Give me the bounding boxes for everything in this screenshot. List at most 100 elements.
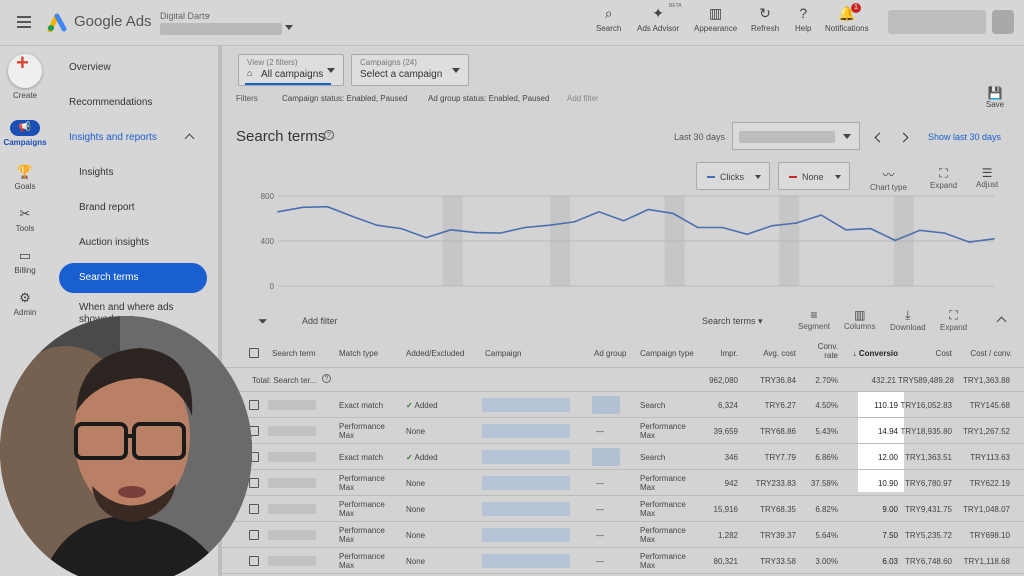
ad-group-link[interactable] <box>592 448 620 466</box>
campaign-link[interactable] <box>482 424 570 438</box>
col-cost-per-conv[interactable]: Cost / conv. <box>962 349 1012 358</box>
table-row[interactable]: Performance Max None — Performance Max 942… <box>222 470 1024 496</box>
col-added-excluded[interactable]: Added/Excluded <box>406 349 464 358</box>
col-conversions[interactable]: ↓ Conversio <box>850 349 898 358</box>
segment-icon: ≡ <box>810 308 818 322</box>
campaign-link[interactable] <box>482 476 570 490</box>
table-header: Search term Match type Added/Excluded Ca… <box>222 338 1024 368</box>
columns-button[interactable]: ▥ Columns <box>844 308 876 331</box>
nav-item-auction-insights[interactable]: Auction insights <box>79 237 149 248</box>
chevron-up-icon[interactable] <box>996 316 1007 327</box>
account-selector[interactable] <box>160 23 282 35</box>
rail-item-tools[interactable]: ✂ Tools <box>0 206 50 233</box>
search-term-value[interactable] <box>268 400 316 410</box>
filter-chip-campaign-status[interactable]: Campaign status: Enabled, Paused <box>282 94 407 103</box>
row-checkbox[interactable] <box>249 478 259 488</box>
download-button[interactable]: ⤓ Download <box>890 308 926 332</box>
chevron-left-icon[interactable] <box>874 132 885 143</box>
view-selector[interactable]: View (2 filters) All campaigns ⌂ <box>238 54 344 86</box>
presenter-image <box>0 316 252 576</box>
col-ad-group[interactable]: Ad group <box>594 349 626 358</box>
nav-item-when-where[interactable]: When and where ads <box>79 302 174 313</box>
row-checkbox[interactable] <box>249 556 259 566</box>
search-term-value[interactable] <box>268 556 316 566</box>
ads-advisor-tool[interactable]: ✦ Ads Advisor <box>637 5 679 33</box>
table-expand-button[interactable]: ⛶ Expand <box>940 308 967 332</box>
table-row[interactable]: Performance Max None — Performance Max 15,… <box>222 496 1024 522</box>
account-name: Digital Darts <box>160 11 210 21</box>
match-type: Exact match <box>339 401 384 410</box>
row-checkbox[interactable] <box>249 530 259 540</box>
col-campaign-type[interactable]: Campaign type <box>640 349 694 358</box>
campaign-link[interactable] <box>482 528 570 542</box>
match-type: Performance Max <box>339 422 399 440</box>
col-match-type[interactable]: Match type <box>339 349 378 358</box>
table-row[interactable]: Performance Max None — Performance Max 1,2… <box>222 522 1024 548</box>
date-range-label: Last 30 days <box>674 132 726 142</box>
rail-item-campaigns[interactable]: 📢 Campaigns <box>0 120 50 147</box>
help-icon[interactable]: ? <box>322 374 331 383</box>
rail-item-admin[interactable]: ⚙ Admin <box>0 290 50 317</box>
col-search-term[interactable]: Search term <box>272 349 316 358</box>
chevron-right-icon[interactable] <box>898 132 909 143</box>
search-tool[interactable]: ⌕ Search <box>596 5 621 33</box>
table-row[interactable]: Exact match ✓ Added Search 346 TRY7.79 6… <box>222 444 1024 470</box>
add-filter-link[interactable]: Add filter <box>567 94 599 103</box>
search-term-value[interactable] <box>268 478 316 488</box>
save-button[interactable]: 💾 Save <box>984 86 1006 109</box>
campaign-link[interactable] <box>482 554 570 568</box>
campaign-link[interactable] <box>482 398 570 412</box>
total-cost-per-conv: TRY1,363.88 <box>963 376 1010 385</box>
search-term-value[interactable] <box>268 530 316 540</box>
col-avg-cost[interactable]: Avg. cost <box>754 349 796 358</box>
table-row[interactable]: Exact match ✓ Added Search 6,324 TRY6.27… <box>222 392 1024 418</box>
cost-value: TRY6,748.60 <box>905 557 952 566</box>
notifications-tool[interactable]: 🔔 Notifications <box>825 5 869 33</box>
campaign-selector[interactable]: Campaigns (24) Select a campaign <box>351 54 469 86</box>
refresh-tool[interactable]: ↻ Refresh <box>751 5 779 33</box>
nav-section-insights-reports[interactable]: Insights and reports <box>69 132 157 143</box>
select-all-checkbox[interactable] <box>249 348 259 358</box>
col-conv-rate[interactable]: Conv. rate <box>812 342 838 360</box>
nav-item-recommendations[interactable]: Recommendations <box>69 97 152 108</box>
search-term-value[interactable] <box>268 426 316 436</box>
col-campaign[interactable]: Campaign <box>485 349 521 358</box>
chevron-down-icon[interactable] <box>285 25 293 30</box>
nav-item-search-terms[interactable]: Search terms <box>59 263 207 293</box>
col-impr[interactable]: Impr. <box>708 349 738 358</box>
nav-item-overview[interactable]: Overview <box>69 62 111 73</box>
segment-button[interactable]: ≡ Segment <box>798 308 830 331</box>
avatar[interactable] <box>992 10 1014 34</box>
search-term-value[interactable] <box>268 504 316 514</box>
table-row[interactable]: Performance Max None — Performance Max 80,… <box>222 548 1024 574</box>
search-terms-dropdown[interactable]: Search terms ▾ <box>702 316 763 327</box>
table-add-filter[interactable]: Add filter <box>302 316 338 326</box>
nav-item-brand-report[interactable]: Brand report <box>79 202 135 213</box>
col-cost[interactable]: Cost <box>922 349 952 358</box>
user-account-info[interactable] <box>888 10 986 34</box>
filter-chip-adgroup-status[interactable]: Ad group status: Enabled, Paused <box>428 94 549 103</box>
show-last-30-days-link[interactable]: Show last 30 days <box>928 132 1001 142</box>
row-checkbox[interactable] <box>249 400 259 410</box>
date-range-picker[interactable] <box>732 122 860 150</box>
ad-group-link[interactable] <box>592 396 620 414</box>
chevron-up-icon[interactable] <box>184 133 195 144</box>
appearance-tool[interactable]: ▥ Appearance <box>694 5 737 33</box>
rail-item-billing[interactable]: ▭ Billing <box>0 248 50 275</box>
help-icon[interactable]: ? <box>324 130 334 140</box>
table-row[interactable]: Performance Max None — Performance Max 39,… <box>222 418 1024 444</box>
search-term-value[interactable] <box>268 452 316 462</box>
campaign-type: Performance Max <box>640 526 700 544</box>
nav-item-insights[interactable]: Insights <box>79 167 113 178</box>
rail-item-goals[interactable]: 🏆 Goals <box>0 164 50 191</box>
data-point <box>770 225 773 227</box>
campaign-link[interactable] <box>482 450 570 464</box>
menu-icon[interactable] <box>17 16 31 28</box>
filter-icon[interactable]: ⏷ <box>258 314 268 329</box>
added-status-label: Added <box>414 453 438 462</box>
row-checkbox[interactable] <box>249 504 259 514</box>
help-tool[interactable]: ? Help <box>795 5 811 33</box>
total-conv-rate: 2.70% <box>815 376 838 385</box>
campaign-link[interactable] <box>482 502 570 516</box>
col-conversions-label: Conversio <box>858 349 898 358</box>
